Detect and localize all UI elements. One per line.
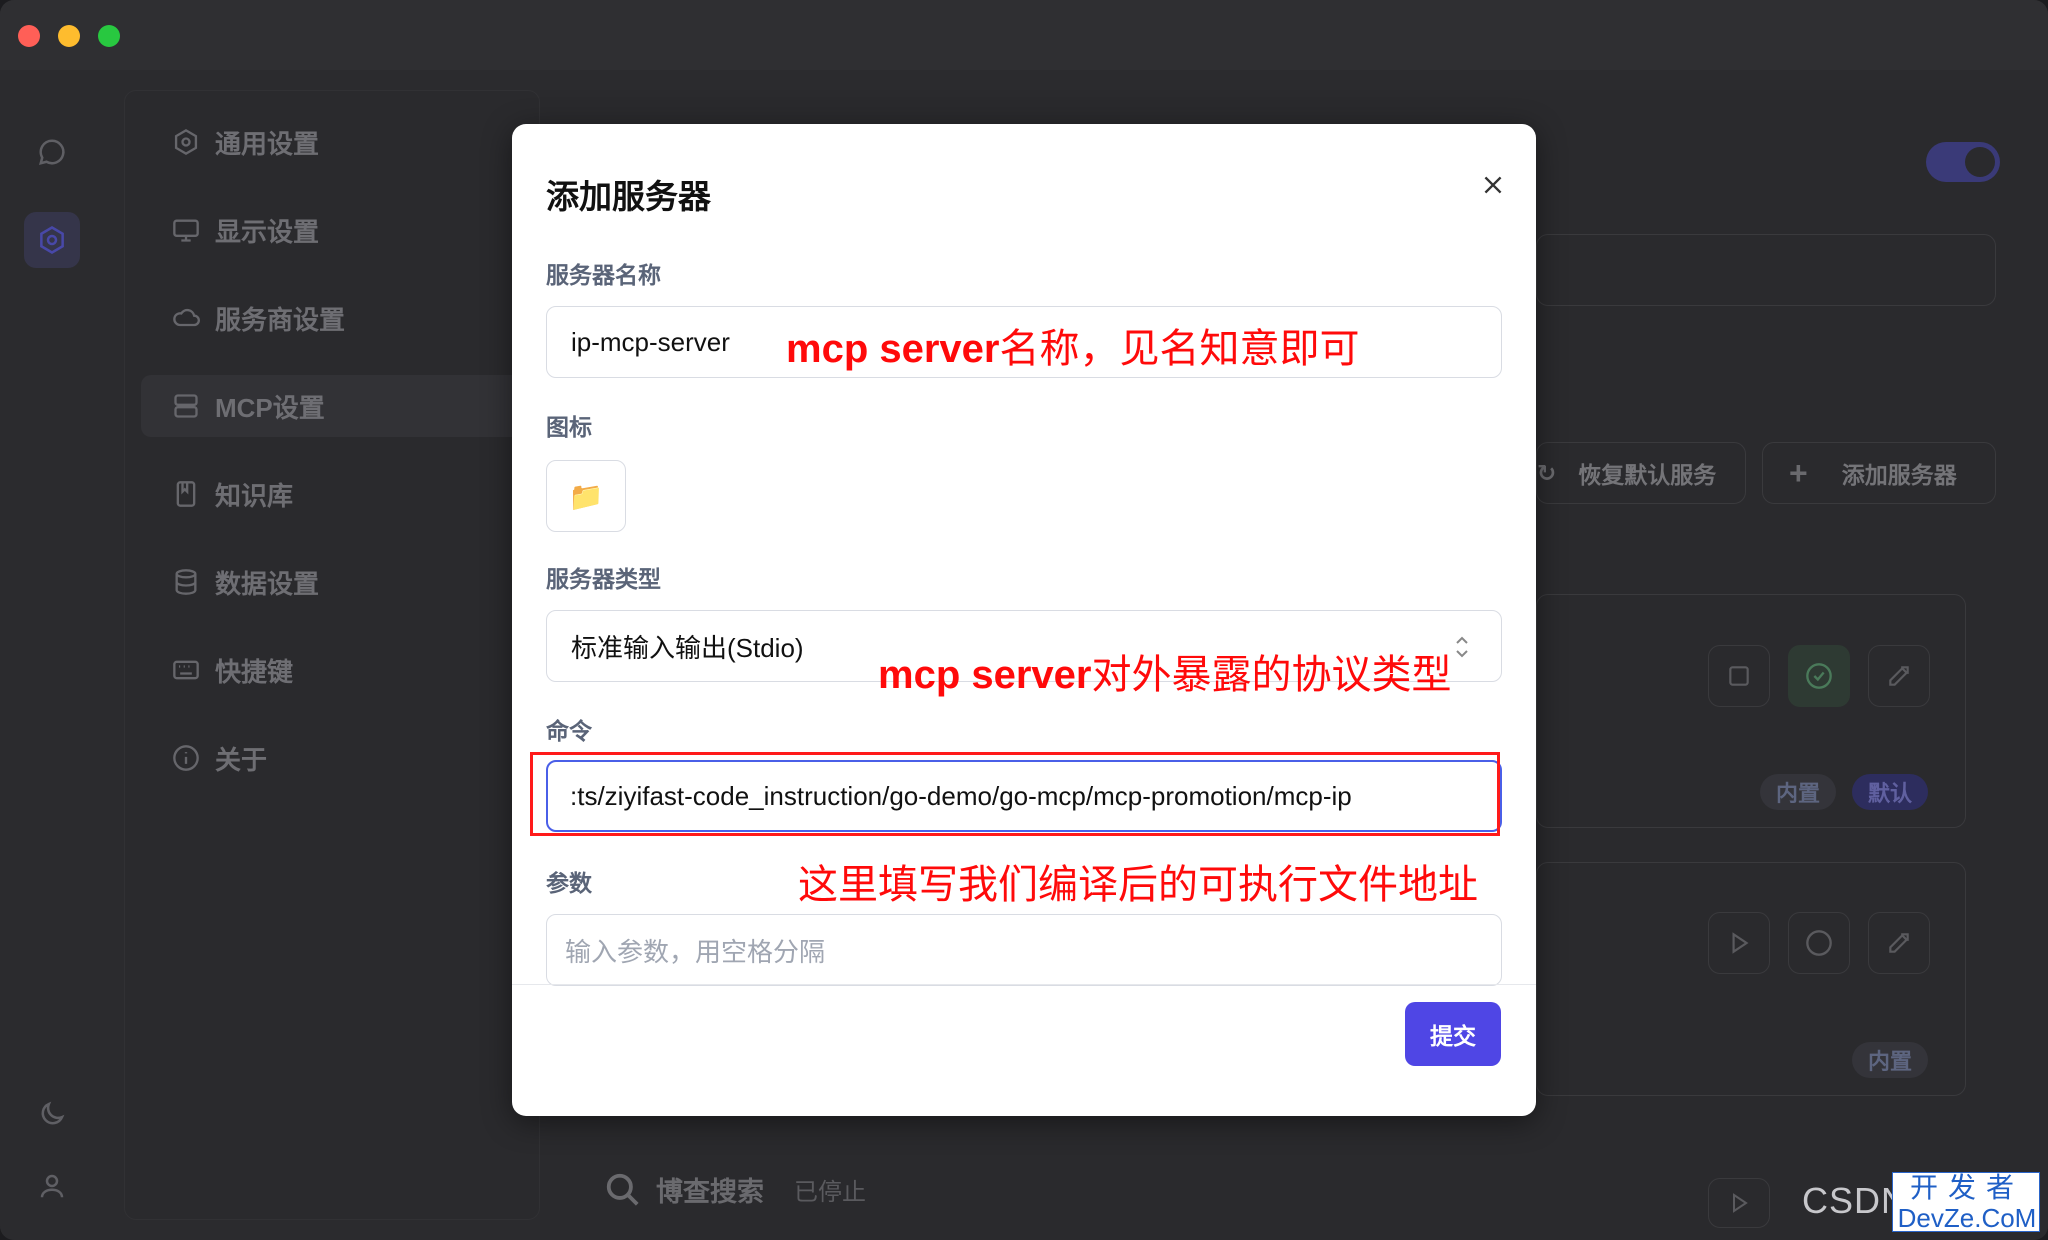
chat-icon [38,139,65,166]
args-input[interactable]: 输入参数，用空格分隔 [546,914,1502,986]
sidebar-item-label: 关于 [215,744,268,775]
command-label: 命令 [546,718,592,744]
plus-icon: + [1789,454,1808,491]
edit-icon [1889,933,1909,953]
settings-sidebar: 通用设置 显示设置 服务商设置 MCP设置 知识库 数据设置 快捷键 关于 [124,90,540,1220]
sidebar-item-providers[interactable]: 服务商设置 [141,287,525,349]
builtin-badge: 内置 [1760,774,1837,810]
sidebar-item-label: 快捷键 [215,656,294,687]
sidebar-item-data[interactable]: 数据设置 [141,551,525,613]
set-default-button-2[interactable] [1788,912,1850,974]
info-icon [171,743,201,773]
minimize-window-button[interactable] [58,25,80,47]
sidebar-item-general[interactable]: 通用设置 [141,111,525,173]
sidebar-item-label: 通用设置 [215,128,320,159]
monitor-icon [171,215,201,245]
devze-watermark: 开发者 DevZe.CoM [1892,1172,2040,1233]
close-icon [1484,176,1502,194]
cloud-icon [171,303,201,333]
theme-toggle-button[interactable] [24,1086,80,1142]
icon-picker-button[interactable]: 📁 [546,460,626,532]
annotation-type-note: mcp server对外暴露的协议类型 [878,653,1452,697]
folder-icon: 📁 [568,480,604,512]
server-name-label: 服务器名称 [546,262,661,288]
stop-button[interactable] [1708,645,1770,707]
chat-nav-button[interactable] [24,124,80,180]
background-input[interactable] [1536,234,1996,306]
title-bar [0,0,2048,70]
args-label: 参数 [546,870,592,896]
check-circle-icon [1806,663,1832,689]
add-server-button[interactable]: + 添加服务器 [1762,442,1996,504]
moon-icon [41,1101,65,1125]
circle-icon [1806,930,1832,956]
edit-button[interactable] [1868,645,1930,707]
sidebar-item-knowledge[interactable]: 知识库 [141,463,525,525]
gear-icon [171,127,201,157]
start-button[interactable] [1708,912,1770,974]
sidebar-item-label: MCP设置 [215,392,325,423]
sidebar-item-label: 知识库 [215,480,294,511]
bocha-server-row: 博查搜索 已停止 [604,1170,866,1209]
square-icon [1729,666,1749,686]
nav-rail [0,70,104,1240]
dialog-footer-divider [512,984,1536,985]
sidebar-item-label: 显示设置 [215,216,320,247]
sidebar-item-shortcuts[interactable]: 快捷键 [141,639,525,701]
icon-label: 图标 [546,414,592,440]
start-button-3[interactable] [1708,1178,1770,1228]
user-button[interactable] [24,1158,80,1214]
annotation-name-note: mcp server名称，见名知意即可 [786,327,1360,371]
add-server-dialog: 添加服务器 服务器名称 ip-mcp-server 图标 📁 服务器类型 标准输… [512,124,1536,1116]
mcp-enable-toggle[interactable] [1926,142,2000,182]
close-window-button[interactable] [18,25,40,47]
dialog-title: 添加服务器 [546,178,711,215]
database-icon [171,567,201,597]
annotation-command-note: 这里填写我们编译后的可执行文件地址 [798,863,1478,907]
edit-icon [1889,666,1909,686]
submit-button[interactable]: 提交 [1405,1002,1501,1066]
book-icon [171,479,201,509]
default-badge: 默认 [1852,774,1929,810]
restore-default-button[interactable]: ↻ 恢复默认服务 [1536,442,1746,504]
annotation-command-highlight [530,752,1500,836]
server-icon [171,391,201,421]
settings-icon [40,226,64,254]
play-icon [1732,932,1749,954]
zoom-window-button[interactable] [98,25,120,47]
sidebar-item-label: 数据设置 [215,568,320,599]
edit-button-2[interactable] [1868,912,1930,974]
builtin-badge-2: 内置 [1852,1042,1929,1078]
set-default-button[interactable] [1788,645,1850,707]
restore-icon: ↻ [1537,459,1557,486]
play-icon [1733,1193,1748,1213]
sidebar-item-display[interactable]: 显示设置 [141,199,525,261]
settings-nav-button[interactable] [24,212,80,268]
search-icon [606,1173,639,1206]
server-type-label: 服务器类型 [546,566,661,592]
sidebar-item-about[interactable]: 关于 [141,727,525,789]
sidebar-item-label: 服务商设置 [215,304,346,335]
user-icon [40,1174,64,1198]
chevron-updown-icon [1451,633,1473,668]
sidebar-item-mcp[interactable]: MCP设置 [141,375,525,437]
keyboard-icon [171,655,201,685]
close-dialog-button[interactable] [1468,160,1518,210]
